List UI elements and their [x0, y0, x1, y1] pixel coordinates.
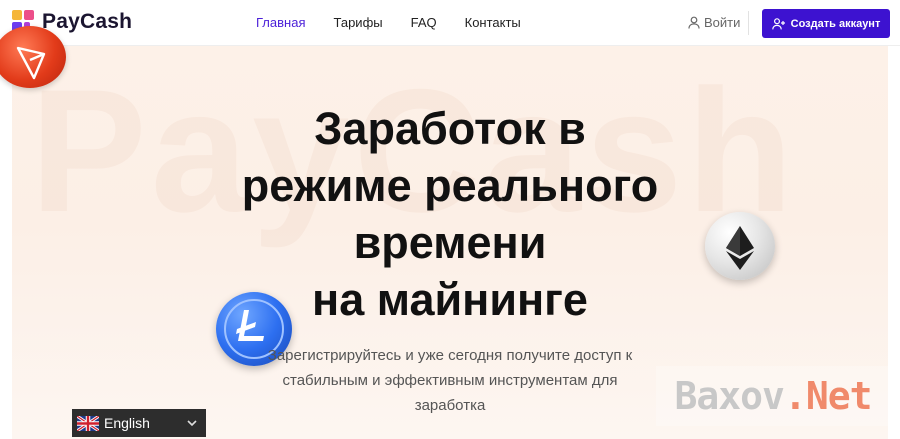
hero-title-line-1: Заработок в [314, 103, 586, 154]
hero-subtitle: Зарегистрируйтесь и уже сегодня получите… [250, 343, 650, 418]
hero-title: Заработок в режиме реального времени на … [150, 100, 750, 328]
main-nav: Главная Тарифы FAQ Контакты [256, 15, 521, 30]
watermark-part-2: .Net [783, 374, 873, 418]
watermark-part-1: Baxov [674, 374, 785, 418]
nav-item-tariffs[interactable]: Тарифы [333, 15, 382, 30]
language-label: English [104, 415, 150, 431]
user-icon [688, 16, 700, 29]
login-label: Войти [704, 15, 741, 30]
hero-title-line-2: режиме реального [241, 160, 659, 211]
header-divider [748, 11, 749, 35]
hero-title-line-3: времени [353, 217, 547, 268]
hero-subtitle-line-1: Зарегистрируйтесь и уже сегодня получите… [267, 347, 633, 364]
tron-coin-icon [0, 26, 66, 88]
create-account-label: Создать аккаунт [790, 17, 881, 30]
frame-left [0, 46, 12, 439]
page: PayCash PayCash Главная Тарифы FAQ Конта… [0, 0, 900, 439]
create-account-button[interactable]: Создать аккаунт [762, 9, 890, 38]
language-switcher[interactable]: English [72, 409, 206, 437]
hero-subtitle-line-3: заработка [414, 397, 486, 414]
nav-item-faq[interactable]: FAQ [411, 15, 437, 30]
tron-logo [16, 46, 46, 80]
hero-title-line-4: на майнинге [312, 274, 588, 325]
chevron-down-icon [187, 420, 197, 427]
site-watermark: Baxov .Net [656, 366, 890, 426]
nav-item-contacts[interactable]: Контакты [465, 15, 521, 30]
hero-subtitle-line-2: стабильным и эффективным инструментам дл… [282, 372, 618, 389]
nav-item-home[interactable]: Главная [256, 15, 305, 30]
login-link[interactable]: Войти [688, 15, 740, 30]
uk-flag-icon [77, 415, 99, 431]
site-header: PayCash Главная Тарифы FAQ Контакты Войт… [0, 0, 900, 46]
user-add-icon [771, 17, 785, 29]
